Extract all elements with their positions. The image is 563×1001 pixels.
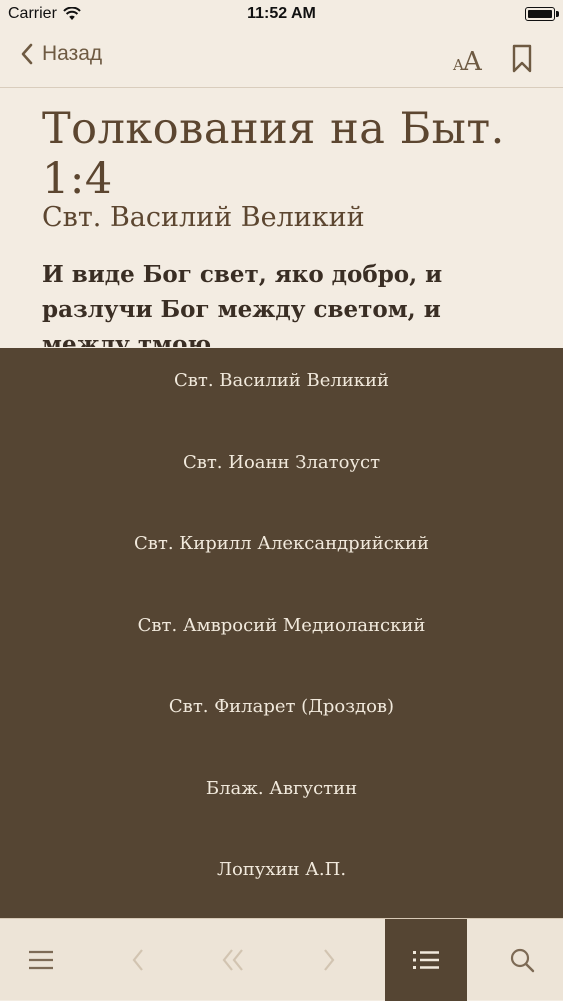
page-title: Толкования на Быт. 1:4 (42, 104, 505, 204)
menu-button[interactable] (0, 919, 82, 1001)
svg-text:A: A (462, 47, 483, 74)
author-item-lopukhin[interactable]: Лопухин А.П. (0, 850, 563, 890)
status-time: 11:52 AM (247, 5, 316, 22)
menu-icon (29, 950, 53, 970)
bookmark-icon[interactable] (510, 43, 534, 75)
commentary-list-button[interactable] (385, 919, 467, 1001)
author-item-ioann[interactable]: Свт. Иоанн Златоуст (0, 443, 563, 483)
chevron-left-icon (21, 43, 33, 65)
battery-tip (556, 11, 559, 17)
battery-icon (525, 7, 555, 21)
status-bar: Carrier 11:52 AM (0, 0, 563, 30)
first-chapter-icon (222, 949, 243, 971)
first-chapter-button[interactable] (192, 919, 274, 1001)
navigation-bar: Назад A A (0, 30, 563, 88)
prev-chapter-button[interactable] (97, 919, 179, 1001)
author-item-vasily[interactable]: Свт. Василий Великий (0, 361, 563, 401)
font-size-icon[interactable]: A A (452, 44, 486, 74)
commentary-list-icon (413, 951, 439, 969)
author-heading: Свт. Василий Великий (42, 202, 365, 233)
author-item-augustin[interactable]: Блаж. Августин (0, 769, 563, 809)
author-item-kirill[interactable]: Свт. Кирилл Александрийский (0, 524, 563, 564)
tab-bar (0, 918, 563, 1001)
back-button[interactable]: Назад (20, 42, 102, 66)
back-label: Назад (42, 42, 103, 65)
next-chapter-icon (324, 949, 335, 971)
search-icon (510, 948, 535, 973)
next-chapter-button[interactable] (288, 919, 370, 1001)
author-item-amvrosy[interactable]: Свт. Амвросий Медиоланский (0, 606, 563, 646)
prev-chapter-icon (132, 949, 143, 971)
author-menu: Свт. Василий Великий Свт. Иоанн Златоуст… (0, 348, 563, 918)
author-item-filaret[interactable]: Свт. Филарет (Дроздов) (0, 687, 563, 727)
search-button[interactable] (481, 919, 563, 1001)
verse-text: И виде Бог свет, яко добро, и разлучи Бо… (42, 261, 443, 347)
